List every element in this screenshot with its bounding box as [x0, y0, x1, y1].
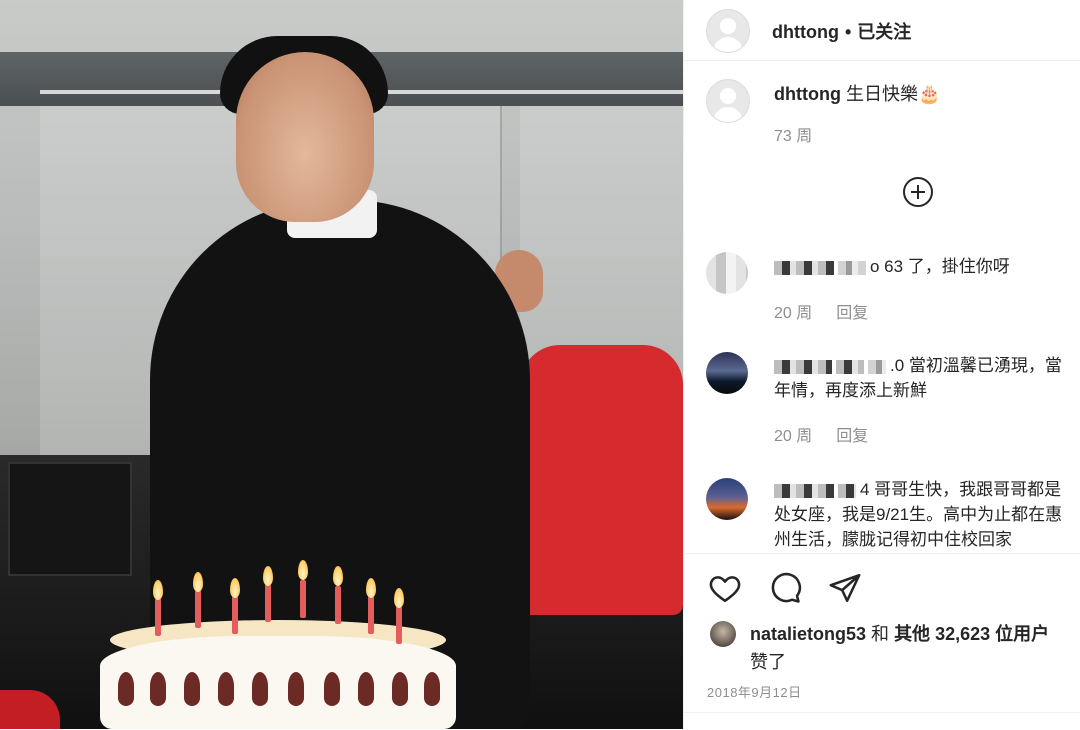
avatar-placeholder-head — [720, 18, 736, 34]
photo-candle — [195, 590, 201, 628]
redacted-username — [868, 359, 886, 374]
reply-button[interactable]: 回复 — [836, 305, 868, 322]
photo-flame — [366, 578, 376, 598]
caption-username[interactable]: dhttong — [774, 84, 841, 104]
comment-avatar[interactable] — [706, 252, 748, 294]
photo-candle — [396, 606, 402, 644]
header-separator: • — [844, 22, 852, 42]
comment-meta: 20 周 回复 — [774, 422, 868, 446]
photo-candle — [265, 584, 271, 622]
photo-cake-decoration — [392, 672, 408, 706]
post-header: dhttong • 已关注 — [684, 0, 1080, 61]
post-date[interactable]: 2018年9月12日 — [707, 682, 802, 701]
caption-meta: 73 周 — [774, 122, 812, 146]
redacted-username — [774, 260, 834, 275]
photo-cake-decoration — [150, 672, 166, 706]
likes-conjunction: 和 — [871, 624, 890, 644]
photo-cake-decoration — [288, 672, 304, 706]
redacted-username — [836, 359, 864, 374]
load-more-comments-button[interactable] — [903, 177, 933, 207]
liker-avatar[interactable] — [710, 621, 736, 647]
photo-woman — [520, 345, 683, 615]
send-icon[interactable] — [828, 571, 862, 605]
comment-avatar[interactable] — [706, 478, 748, 520]
avatar-placeholder-body — [713, 37, 743, 52]
photo-cake-decoration — [424, 672, 440, 706]
comment-time[interactable]: 20 周 — [774, 428, 812, 445]
photo-cake-decoration — [358, 672, 374, 706]
liker-username[interactable]: natalietong53 — [750, 624, 866, 644]
likes-suffix: 赞了 — [750, 652, 786, 672]
photo-candle — [335, 586, 341, 624]
comment-icon[interactable] — [768, 571, 802, 605]
photo-flame — [333, 566, 343, 586]
photo-cake-decoration — [218, 672, 234, 706]
photo-candle — [232, 596, 238, 634]
photo-cake-decoration — [118, 672, 134, 706]
reply-button[interactable]: 回复 — [836, 428, 868, 445]
bottom-divider — [684, 712, 1080, 713]
comment-meta: 20 周 回复 — [774, 299, 868, 323]
comment-text: 4 哥哥生快，我跟哥哥都是处女座，我是9/21生。高中为止都在惠州生活，朦胧记得… — [774, 477, 1074, 551]
caption-time[interactable]: 73 周 — [774, 128, 812, 145]
redacted-username — [838, 483, 856, 498]
heart-icon[interactable] — [708, 571, 742, 605]
post-details-panel: dhttong • 已关注 dhttong 生日快樂🎂 73 周 o 63 了，掛住… — [683, 0, 1080, 729]
photo-candle — [368, 596, 374, 634]
redacted-username — [838, 260, 866, 275]
header-username[interactable]: dhttong — [772, 22, 839, 42]
photo-candle — [155, 598, 161, 636]
likes-others-count[interactable]: 其他 32,623 位用户 — [894, 624, 1049, 644]
photo-cake-decoration — [324, 672, 340, 706]
comment-time[interactable]: 20 周 — [774, 305, 812, 322]
caption-text: 生日快樂 — [845, 84, 918, 104]
comment-text: .0 當初溫馨已湧現，當年情，再度添上新鮮 — [774, 353, 1074, 403]
photo-flame — [153, 580, 163, 600]
header-username-line: dhttong • 已关注 — [772, 18, 911, 44]
birthday-cake-emoji: 🎂 — [917, 84, 941, 104]
photo-flame — [230, 578, 240, 598]
photo-flame — [193, 572, 203, 592]
photo-cake-decoration — [252, 672, 268, 706]
redacted-username — [774, 359, 832, 374]
caption-text-line: dhttong 生日快樂🎂 — [774, 80, 940, 106]
photo-flame — [394, 588, 404, 608]
photo-cake-decoration — [184, 672, 200, 706]
comment-text: o 63 了，掛住你呀 — [774, 254, 1074, 279]
avatar-placeholder-body — [713, 107, 743, 122]
follow-status-button[interactable]: 已关注 — [857, 22, 911, 42]
post-photo[interactable] — [0, 0, 683, 729]
photo-flame — [263, 566, 273, 586]
photo-music-stand — [8, 462, 132, 576]
redacted-username — [774, 483, 834, 498]
avatar-placeholder-head — [720, 88, 736, 104]
likes-summary: natalietong53 和 其他 32,623 位用户 — [750, 620, 1049, 646]
comment-avatar[interactable] — [706, 352, 748, 394]
comment-body: o 63 了，掛住你呀 — [870, 257, 1010, 276]
photo-man-head — [236, 52, 374, 222]
photo-flame — [298, 560, 308, 580]
photo-candle — [300, 580, 306, 618]
caption-avatar[interactable] — [706, 79, 750, 123]
profile-avatar[interactable] — [706, 9, 750, 53]
